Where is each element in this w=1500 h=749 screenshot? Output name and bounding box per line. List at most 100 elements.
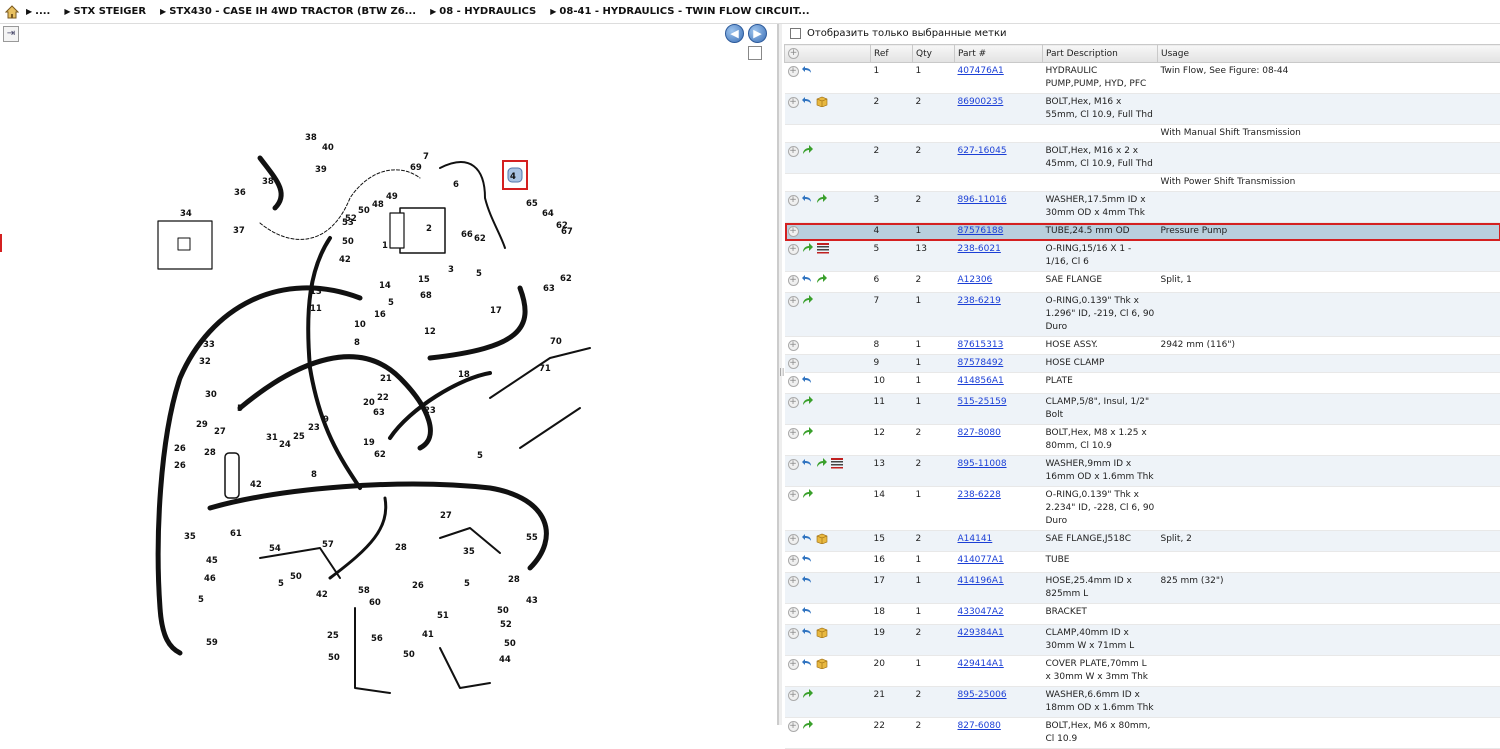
table-row[interactable]: +111515-25159CLAMP,5/8", Insul, 1/2" Bol… bbox=[785, 394, 1500, 425]
breadcrumb-item-label[interactable]: 08-41 - HYDRAULICS - TWIN FLOW CIRCUIT..… bbox=[559, 6, 809, 17]
callout-label[interactable]: 14 bbox=[379, 281, 391, 291]
table-row[interactable]: +122827-8080BOLT,Hex, M8 x 1.25 x 80mm, … bbox=[785, 425, 1500, 456]
callout-label[interactable]: 39 bbox=[315, 165, 327, 175]
package-icon[interactable] bbox=[816, 627, 828, 643]
callout-label[interactable]: 49 bbox=[386, 192, 398, 202]
callout-label[interactable]: 26 bbox=[174, 444, 186, 454]
table-row[interactable]: +192429384A1CLAMP,40mm ID x 30mm W x 71m… bbox=[785, 625, 1500, 656]
callout-label[interactable]: 33 bbox=[203, 340, 215, 350]
callout-label[interactable]: 42 bbox=[250, 480, 262, 490]
callout-label[interactable]: 50 bbox=[403, 650, 415, 660]
callout-label[interactable]: 11 bbox=[310, 304, 322, 314]
callout-label[interactable]: 31 bbox=[266, 433, 278, 443]
forward-arrow-icon[interactable] bbox=[816, 274, 828, 290]
list-icon[interactable] bbox=[831, 458, 843, 474]
breadcrumb-item-section[interactable]: ▶08 - HYDRAULICS bbox=[430, 6, 536, 17]
callout-label[interactable]: 30 bbox=[205, 390, 217, 400]
expand-row-icon[interactable]: + bbox=[788, 534, 799, 545]
expand-row-icon[interactable]: + bbox=[788, 690, 799, 701]
expand-row-icon[interactable]: + bbox=[788, 576, 799, 587]
part-number-link[interactable]: 827-8080 bbox=[958, 428, 1001, 438]
callout-label[interactable]: 36 bbox=[234, 188, 246, 198]
callout-label[interactable]: 54 bbox=[269, 544, 281, 554]
home-icon[interactable] bbox=[4, 4, 20, 20]
callout-label[interactable]: 38 bbox=[262, 177, 274, 187]
part-number-link[interactable]: A14141 bbox=[958, 534, 993, 544]
part-number-link[interactable]: A12306 bbox=[958, 275, 993, 285]
expand-row-icon[interactable]: + bbox=[788, 628, 799, 639]
back-arrow-icon[interactable] bbox=[802, 375, 813, 391]
callout-label[interactable]: 13 bbox=[310, 287, 322, 297]
callout-label[interactable]: 55 bbox=[526, 533, 538, 543]
table-row[interactable]: +201429414A1COVER PLATE,70mm L x 30mm W … bbox=[785, 656, 1500, 687]
callout-label[interactable]: 15 bbox=[418, 275, 430, 285]
column-header-usage[interactable]: Usage bbox=[1158, 45, 1500, 63]
callout-label[interactable]: 51 bbox=[437, 611, 449, 621]
table-row[interactable]: +11407476A1HYDRAULIC PUMP,PUMP, HYD, PFC… bbox=[785, 63, 1500, 94]
expand-all-header[interactable]: + bbox=[785, 45, 871, 63]
part-number-link[interactable]: 414196A1 bbox=[958, 576, 1004, 586]
callout-label[interactable]: 7 bbox=[423, 152, 429, 162]
callout-label[interactable]: 4 bbox=[510, 172, 516, 182]
expand-row-icon[interactable]: + bbox=[788, 428, 799, 439]
back-arrow-icon[interactable] bbox=[802, 606, 813, 622]
back-arrow-icon[interactable] bbox=[802, 274, 813, 290]
expand-row-icon[interactable]: + bbox=[788, 97, 799, 108]
part-number-link[interactable]: 414856A1 bbox=[958, 376, 1004, 386]
callout-label[interactable]: 25 bbox=[293, 432, 305, 442]
expand-row-icon[interactable]: + bbox=[788, 195, 799, 206]
part-number-link[interactable]: 86900235 bbox=[958, 97, 1004, 107]
callout-label[interactable]: 50 bbox=[342, 237, 354, 247]
part-number-link[interactable]: 238-6219 bbox=[958, 296, 1001, 306]
table-row[interactable]: +32896-11016WASHER,17.5mm ID x 30mm OD x… bbox=[785, 192, 1500, 223]
table-row-selected[interactable]: +4187576188TUBE,24.5 mm ODPressure Pump bbox=[785, 223, 1500, 241]
callout-label[interactable]: 6 bbox=[453, 180, 459, 190]
callout-label[interactable]: 57 bbox=[322, 540, 334, 550]
callout-label[interactable]: 67 bbox=[561, 227, 573, 237]
callout-label[interactable]: 2 bbox=[426, 224, 432, 234]
breadcrumb-item-model[interactable]: ▶STX430 - CASE IH 4WD TRACTOR (BTW Z6... bbox=[160, 6, 416, 17]
expand-row-icon[interactable]: + bbox=[788, 555, 799, 566]
table-row[interactable]: +161414077A1TUBE bbox=[785, 552, 1500, 573]
table-row[interactable]: +152A14141SAE FLANGE,J518CSplit, 2 bbox=[785, 531, 1500, 552]
part-number-link[interactable]: 429414A1 bbox=[958, 659, 1004, 669]
forward-arrow-icon[interactable] bbox=[802, 295, 814, 311]
callout-label[interactable]: 12 bbox=[424, 327, 436, 337]
expand-row-icon[interactable]: + bbox=[788, 376, 799, 387]
expand-row-icon[interactable]: + bbox=[788, 397, 799, 408]
callout-label[interactable]: 44 bbox=[499, 655, 511, 665]
breadcrumb-item-page[interactable]: ▶08-41 - HYDRAULICS - TWIN FLOW CIRCUIT.… bbox=[550, 6, 809, 17]
callout-label[interactable]: 8 bbox=[311, 470, 317, 480]
table-row[interactable]: +222827-6080BOLT,Hex, M6 x 80mm, Cl 10.9 bbox=[785, 718, 1500, 749]
part-number-link[interactable]: 896-11016 bbox=[958, 195, 1007, 205]
forward-arrow-icon[interactable] bbox=[802, 396, 814, 412]
part-number-link[interactable]: 895-11008 bbox=[958, 459, 1007, 469]
callout-label[interactable]: 27 bbox=[440, 511, 452, 521]
back-arrow-icon[interactable] bbox=[802, 627, 813, 643]
callout-label[interactable]: 50 bbox=[290, 572, 302, 582]
callout-label[interactable]: 17 bbox=[490, 306, 502, 316]
callout-label[interactable]: 59 bbox=[206, 638, 218, 648]
callout-label[interactable]: 34 bbox=[180, 209, 192, 219]
back-arrow-icon[interactable] bbox=[802, 194, 813, 210]
part-number-link[interactable]: 87578492 bbox=[958, 358, 1004, 368]
show-selected-only-checkbox[interactable] bbox=[790, 28, 801, 39]
part-number-link[interactable]: 238-6228 bbox=[958, 490, 1001, 500]
callout-label[interactable]: 38 bbox=[305, 133, 317, 143]
part-number-link[interactable]: 429384A1 bbox=[958, 628, 1004, 638]
part-number-link[interactable]: 827-6080 bbox=[958, 721, 1001, 731]
callout-label[interactable]: 43 bbox=[526, 596, 538, 606]
forward-arrow-icon[interactable] bbox=[802, 243, 814, 259]
expand-row-icon[interactable]: + bbox=[788, 659, 799, 670]
callout-label[interactable]: 32 bbox=[199, 357, 211, 367]
expand-row-icon[interactable]: + bbox=[788, 490, 799, 501]
breadcrumb-item-series[interactable]: ▶STX STEIGER bbox=[64, 6, 146, 17]
callout-label[interactable]: 40 bbox=[322, 143, 334, 153]
callout-label[interactable]: 16 bbox=[374, 310, 386, 320]
table-row[interactable]: +8187615313HOSE ASSY.2942 mm (116") bbox=[785, 337, 1500, 355]
callout-label[interactable]: 5 bbox=[278, 579, 284, 589]
callout-label[interactable]: 21 bbox=[380, 374, 392, 384]
breadcrumb-item-label[interactable]: STX430 - CASE IH 4WD TRACTOR (BTW Z6... bbox=[169, 6, 416, 17]
expand-row-icon[interactable]: + bbox=[788, 459, 799, 470]
expand-row-icon[interactable]: + bbox=[788, 226, 799, 237]
